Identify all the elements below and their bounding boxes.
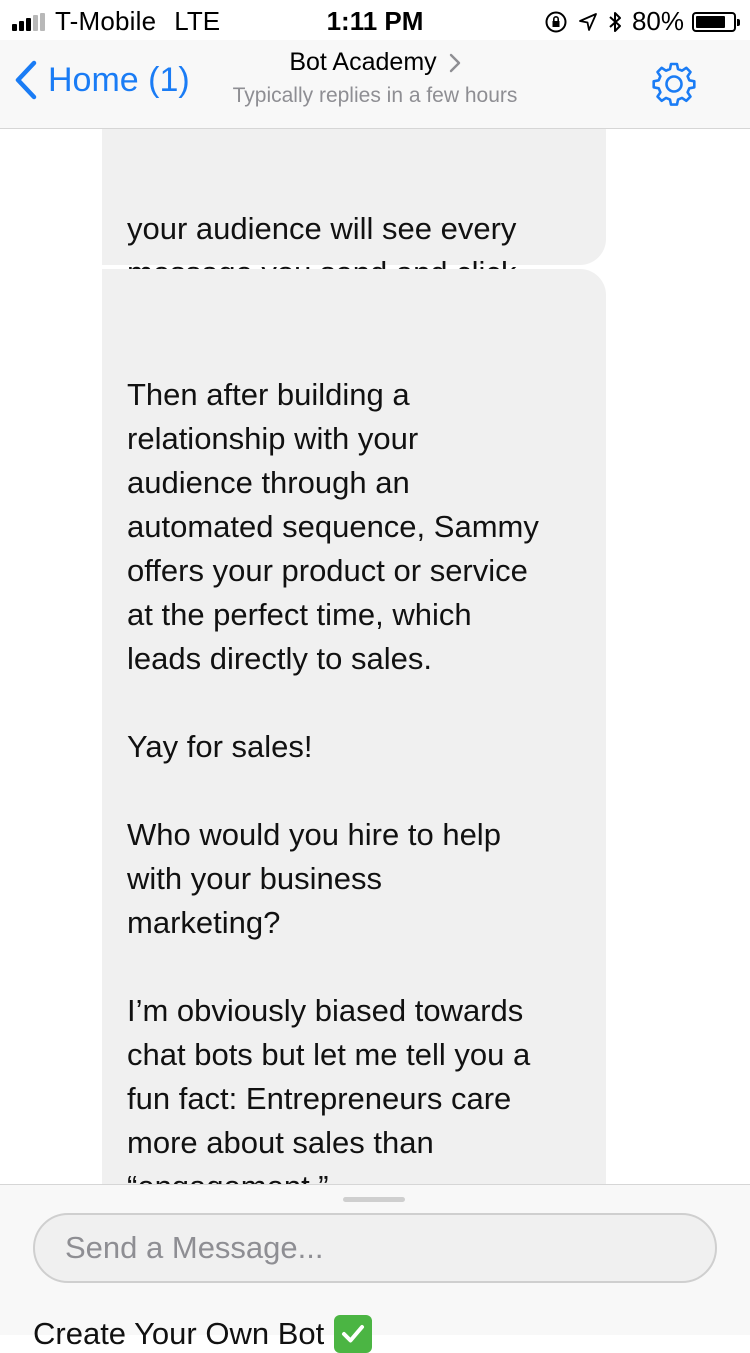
- bluetooth-icon: [608, 10, 622, 34]
- rotation-lock-icon: [544, 10, 568, 34]
- location-arrow-icon: [578, 12, 598, 32]
- settings-button[interactable]: [650, 60, 698, 113]
- conversation-header[interactable]: Bot Academy Typically replies in a few h…: [200, 48, 550, 108]
- back-button[interactable]: Home (1): [14, 60, 190, 100]
- nav-title-row: Bot Academy: [289, 48, 460, 77]
- message-bubble: your audience will see every message you…: [102, 129, 606, 334]
- page-title: Bot Academy: [289, 48, 437, 76]
- message-input-placeholder: Send a Message...: [65, 1230, 324, 1265]
- gear-icon: [652, 62, 696, 106]
- check-mark-icon: [334, 1315, 373, 1353]
- message-bubble: Then after building a relationship with …: [102, 269, 606, 1184]
- response-time-subtitle: Typically replies in a few hours: [232, 84, 518, 107]
- status-bar: T-Mobile LTE 1:11 PM 80%: [0, 0, 750, 40]
- message-input[interactable]: Send a Message...: [33, 1213, 717, 1283]
- quick-reply-button[interactable]: Create Your Own Bot: [33, 1315, 373, 1353]
- message-list[interactable]: your audience will see every message you…: [0, 129, 750, 1184]
- chevron-left-icon: [15, 60, 37, 100]
- battery-percentage: 80%: [631, 6, 684, 36]
- nav-bar: Home (1) Bot Academy Typically replies i…: [0, 40, 750, 129]
- drag-handle[interactable]: [343, 1197, 405, 1202]
- status-right: 80%: [544, 6, 740, 37]
- message-text: Then after building a relationship with …: [127, 377, 539, 1184]
- quick-reply-label: Create Your Own Bot: [33, 1316, 325, 1351]
- chevron-right-icon: [449, 53, 460, 72]
- back-label: Home (1): [48, 60, 190, 99]
- battery-icon: [692, 11, 740, 32]
- composer: Send a Message... Create Your Own Bot: [0, 1184, 750, 1353]
